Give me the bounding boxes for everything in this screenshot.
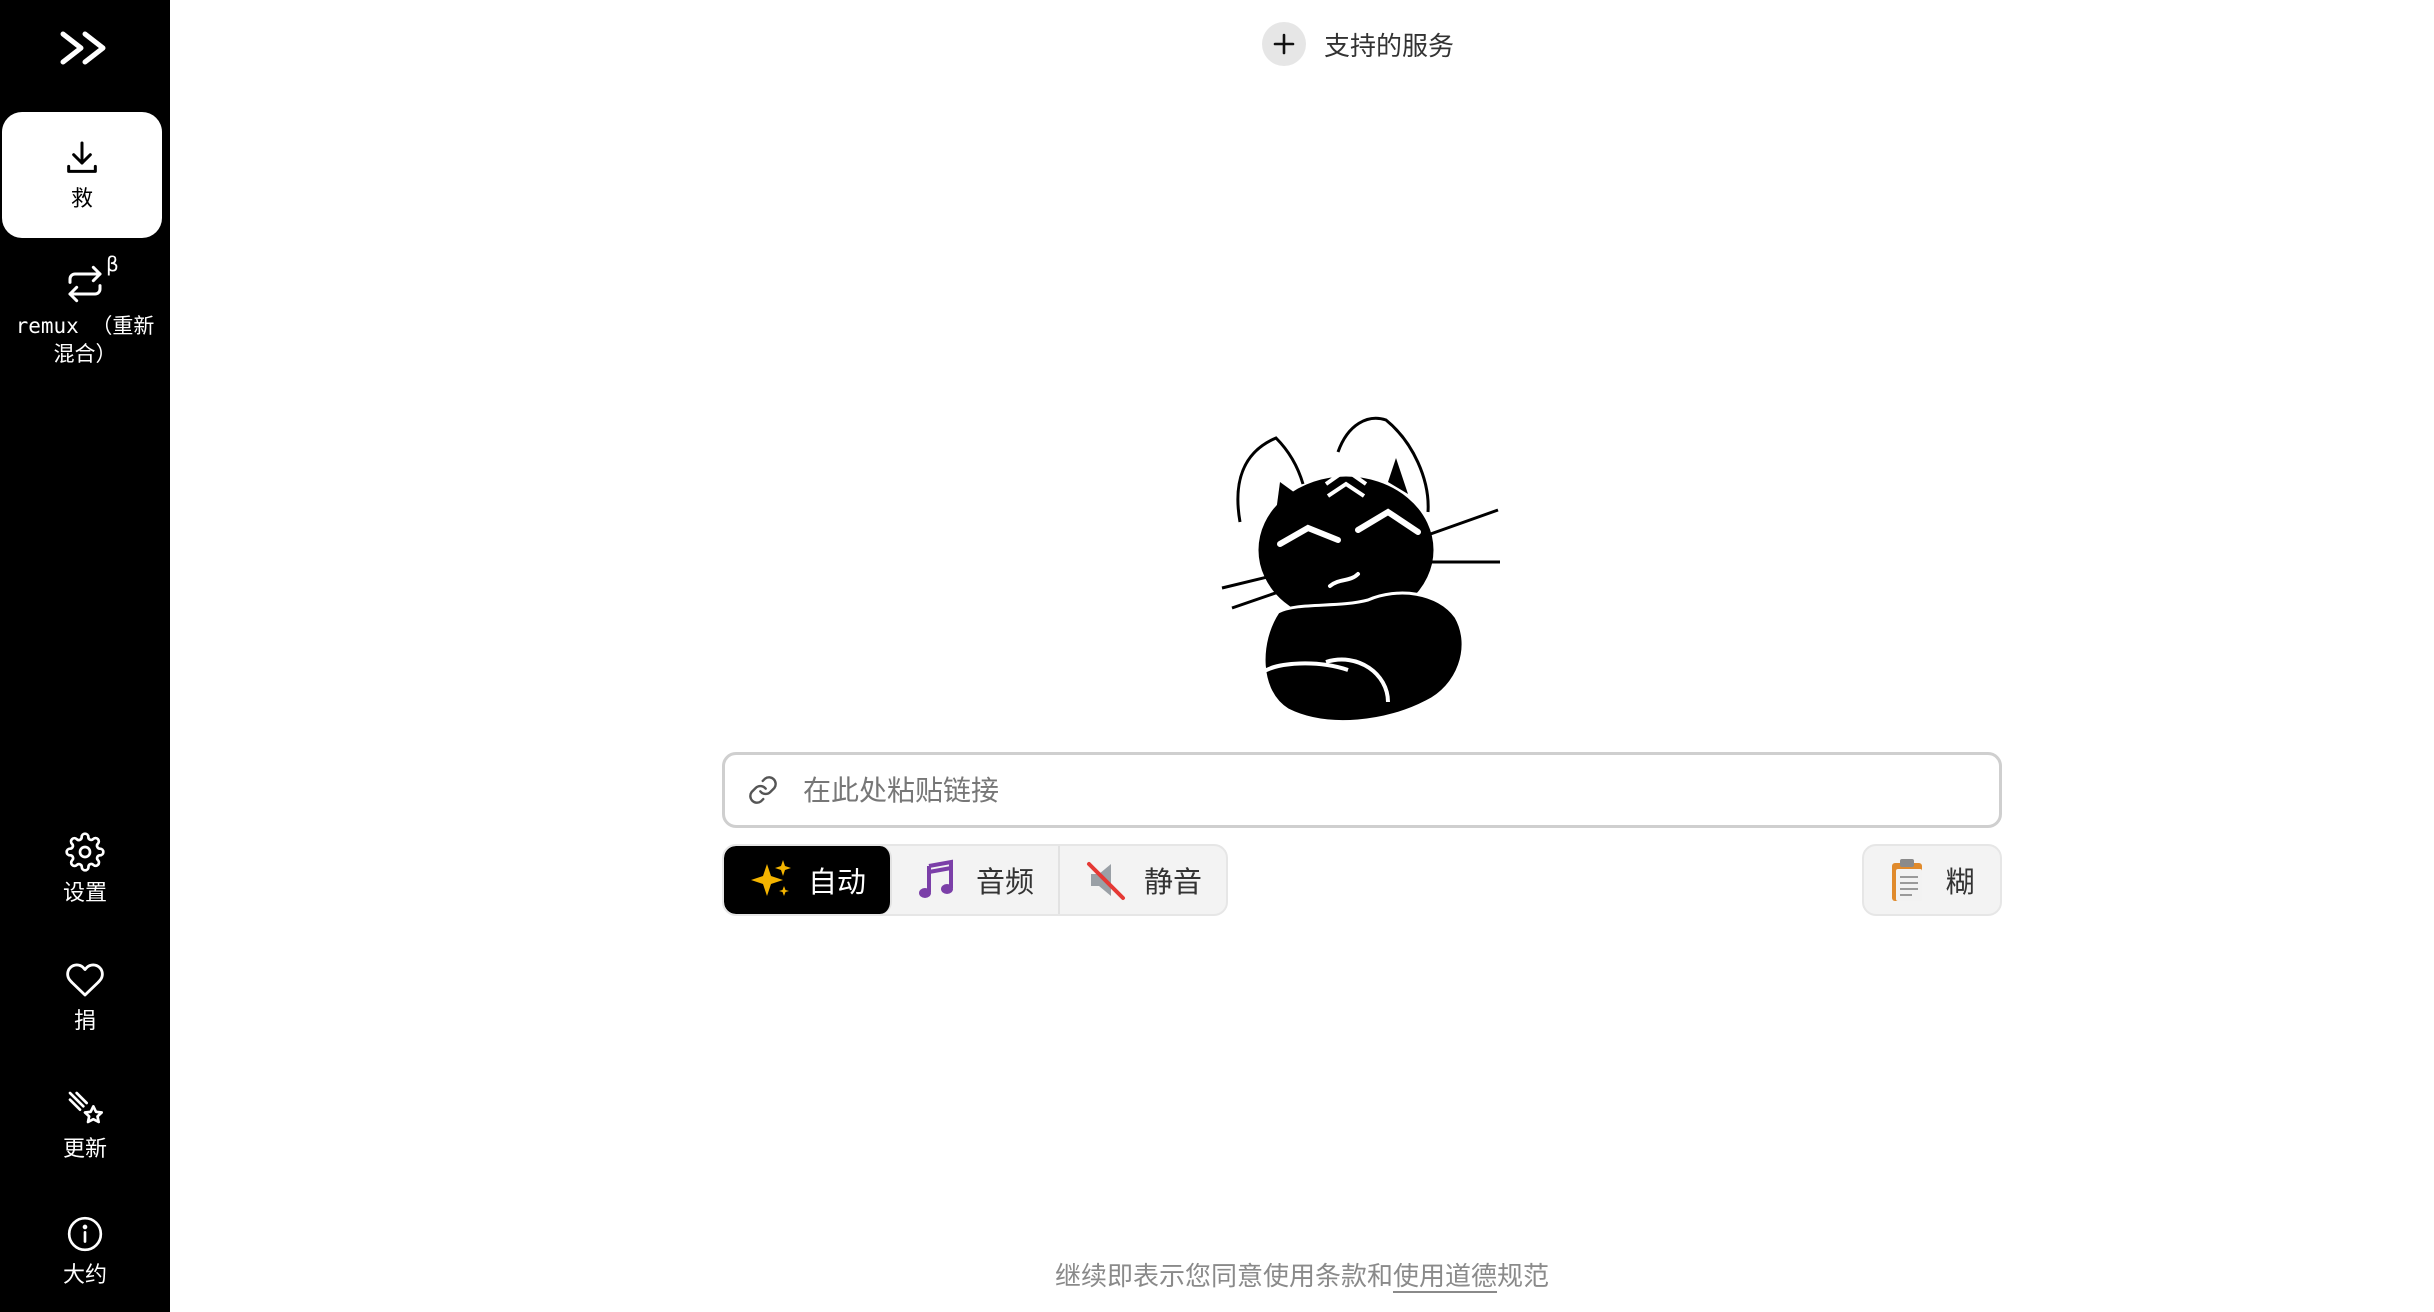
mode-label: 静音 <box>1144 865 1203 899</box>
mode-audio-button[interactable]: 音频 <box>892 846 1061 914</box>
mode-label: 自动 <box>808 865 867 899</box>
sidebar-item-donate[interactable]: 捐 <box>0 958 170 1036</box>
sidebar-item-label: 更新 <box>62 1137 107 1162</box>
sidebar-item-label: 设置 <box>62 881 107 906</box>
paste-label: 糊 <box>1945 865 1975 899</box>
logo-icon[interactable] <box>0 14 170 82</box>
link-input-container[interactable] <box>722 752 2002 828</box>
music-notes-emoji-icon <box>916 857 962 903</box>
cat-mascot-image <box>1218 412 1508 724</box>
download-mode-switcher: 自动 音频 静音 <box>722 844 1229 916</box>
sidebar-item-label: 捐 <box>73 1009 96 1034</box>
link-icon <box>745 772 781 808</box>
sidebar-item-settings[interactable]: 设置 <box>0 830 170 908</box>
sidebar-item-label: 救 <box>70 187 93 212</box>
ethics-link[interactable]: 使用道德 <box>1393 1256 1497 1293</box>
heart-icon <box>65 958 105 1002</box>
sidebar-item-save[interactable]: 救 <box>2 112 162 238</box>
terms-footer: 继续即表示您同意使用 条款和使用道德 规范 <box>0 1256 2434 1293</box>
beta-badge: β <box>106 252 119 276</box>
mode-auto-button[interactable]: 自动 <box>724 846 893 914</box>
clipboard-emoji-icon <box>1889 857 1929 903</box>
terms-link[interactable]: 条款 <box>1315 1256 1367 1293</box>
paste-button[interactable]: 糊 <box>1862 844 2002 916</box>
repeat-icon <box>65 262 105 306</box>
muted-speaker-emoji-icon <box>1084 857 1130 903</box>
sidebar: 救 remux （重新混合） β 设置 捐 更新 大约 <box>0 0 170 1312</box>
sparkle-icon <box>65 1086 105 1130</box>
gear-icon <box>65 830 105 874</box>
sidebar-item-label: remux （重新混合） <box>15 314 155 366</box>
link-input[interactable] <box>803 773 1903 807</box>
services-label: 支持的服务 <box>1324 31 1455 62</box>
footer-text: 继续即表示您同意使用 <box>1054 1262 1315 1292</box>
supported-services-button[interactable]: 支持的服务 <box>1262 20 1454 68</box>
sidebar-item-remux[interactable]: remux （重新混合） <box>0 262 170 368</box>
mode-mute-button[interactable]: 静音 <box>1060 846 1226 914</box>
info-icon <box>65 1212 105 1256</box>
sparkles-emoji-icon <box>748 857 794 903</box>
plus-icon <box>1262 22 1306 66</box>
download-icon <box>62 136 102 180</box>
mode-label: 音频 <box>976 865 1035 899</box>
sidebar-item-updates[interactable]: 更新 <box>0 1086 170 1164</box>
footer-suffix: 规范 <box>1497 1262 1550 1292</box>
footer-and: 和 <box>1366 1262 1393 1292</box>
